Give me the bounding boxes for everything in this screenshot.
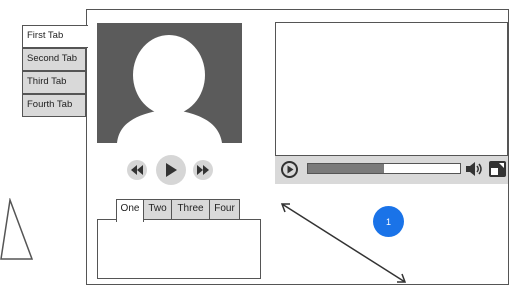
- play-button[interactable]: [156, 155, 186, 185]
- avatar-image: [97, 23, 242, 143]
- fullscreen-button[interactable]: [488, 160, 507, 178]
- triangle-shape: [0, 198, 34, 260]
- play-icon: [166, 163, 177, 177]
- vertical-tab-third[interactable]: Third Tab: [22, 71, 86, 94]
- fullscreen-icon: [489, 161, 506, 177]
- volume-button[interactable]: [465, 161, 483, 177]
- fast-forward-button[interactable]: [193, 160, 213, 180]
- vertical-tab-fourth[interactable]: Fourth Tab: [22, 94, 86, 117]
- video-progress-bar[interactable]: [307, 163, 461, 174]
- rewind-icon: [131, 165, 143, 175]
- fast-forward-icon: [197, 165, 209, 175]
- video-progress-fill: [308, 164, 384, 173]
- play-icon: [281, 161, 298, 178]
- tab-three[interactable]: Three: [171, 199, 210, 220]
- tab-content-panel: [97, 219, 261, 279]
- notification-badge[interactable]: 1: [373, 206, 404, 237]
- tab-two[interactable]: Two: [143, 199, 172, 220]
- vertical-tab-first[interactable]: First Tab: [22, 25, 88, 48]
- volume-icon: [466, 162, 482, 176]
- rewind-button[interactable]: [127, 160, 147, 180]
- tab-four[interactable]: Four: [209, 199, 240, 220]
- vertical-tab-second[interactable]: Second Tab: [22, 48, 86, 71]
- person-silhouette-icon: [117, 35, 222, 143]
- tab-one[interactable]: One: [116, 199, 144, 222]
- video-play-button[interactable]: [281, 161, 298, 178]
